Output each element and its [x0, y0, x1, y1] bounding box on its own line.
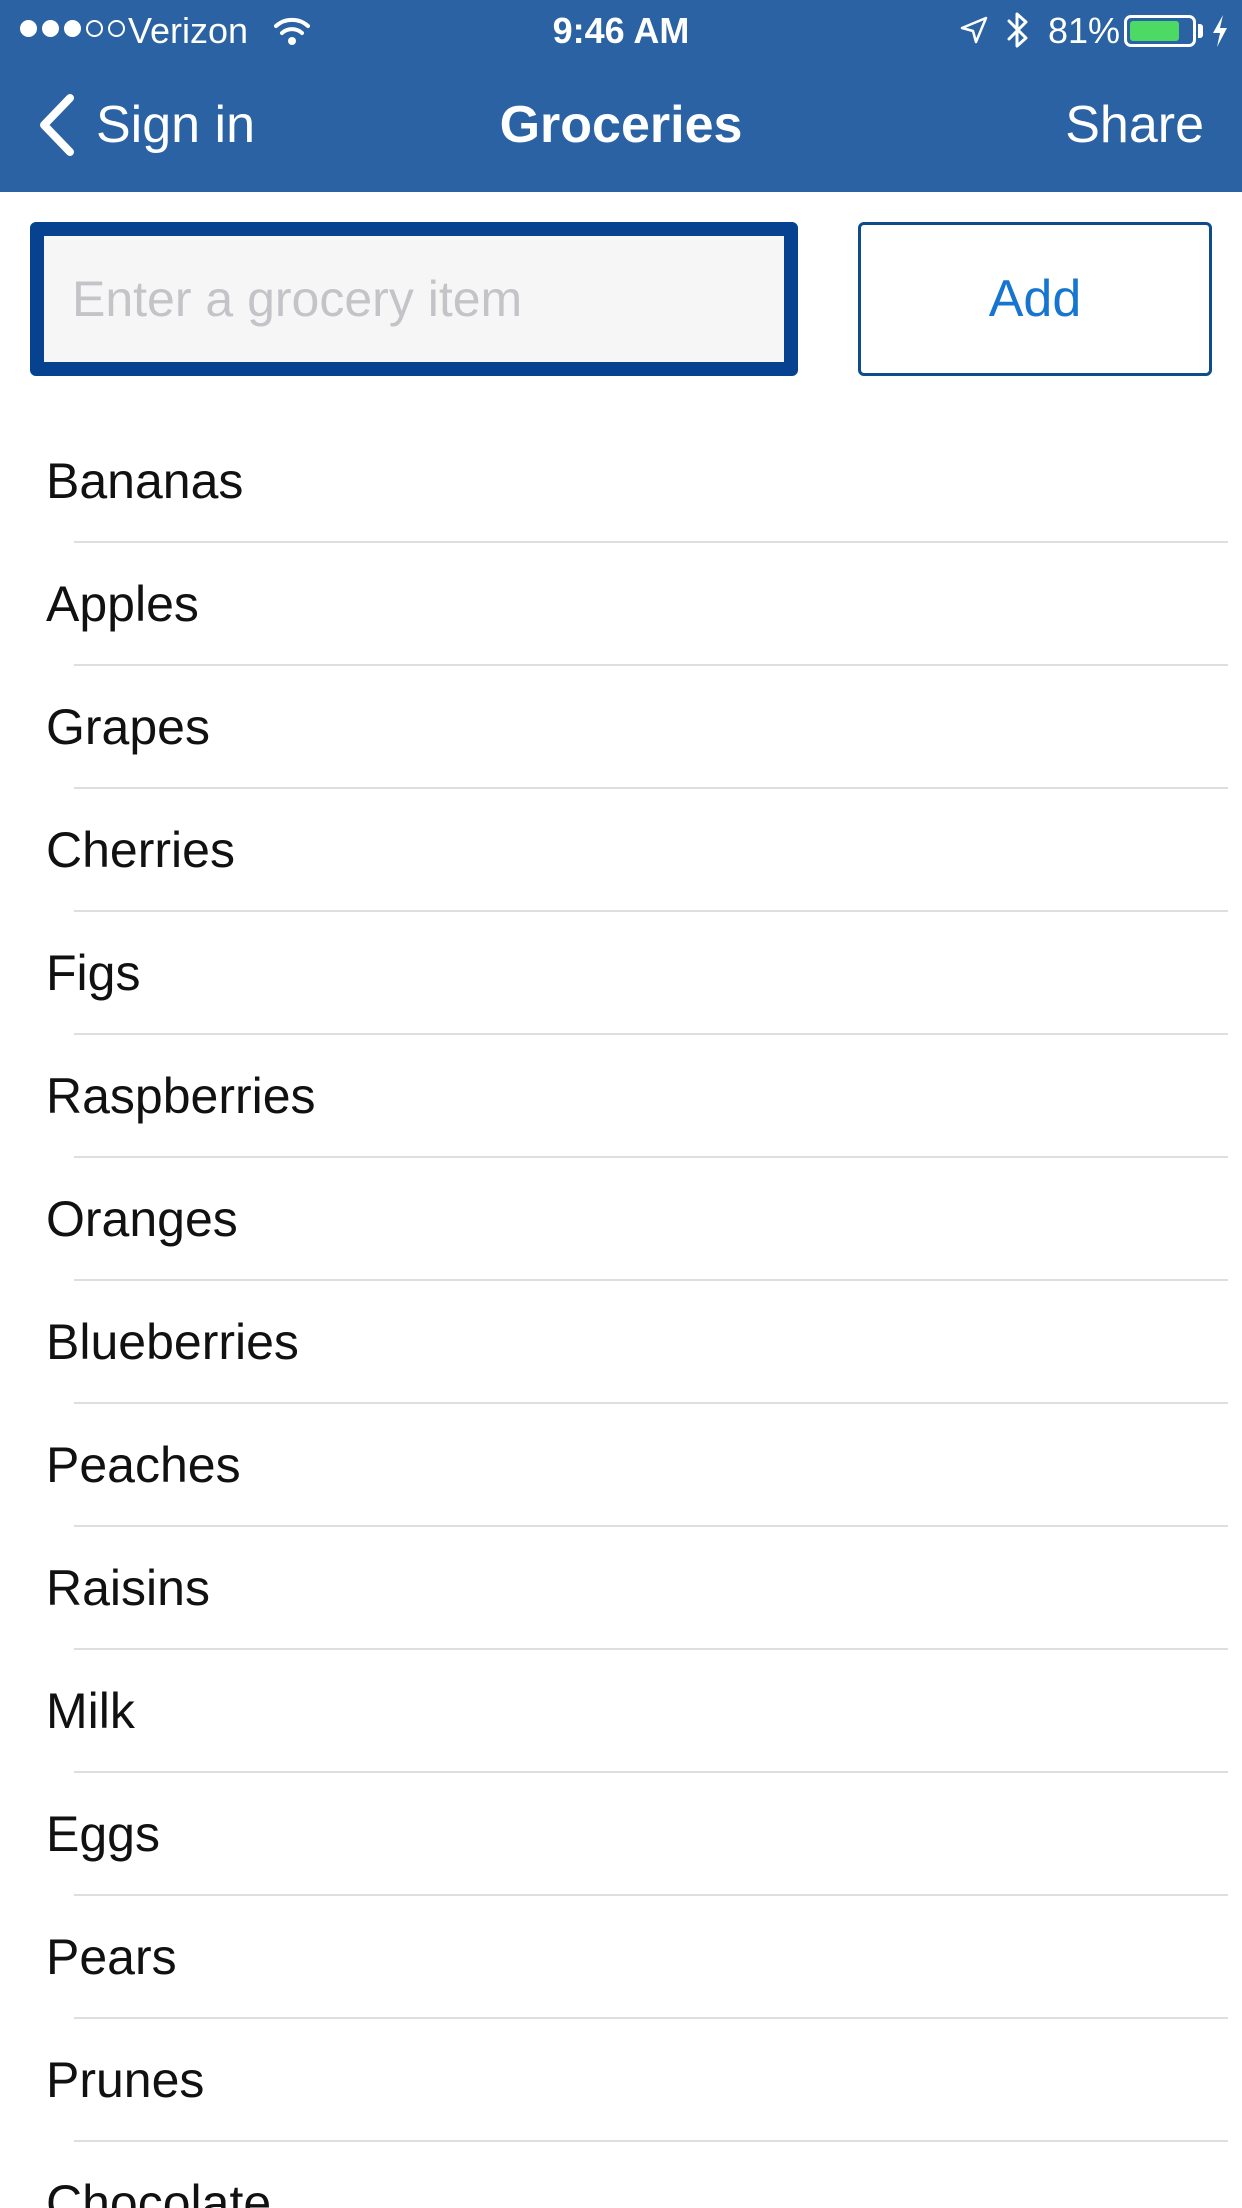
- app-header: Verizon 9:46 AM 81% Sign in Groceries Sh…: [0, 0, 1242, 192]
- battery-icon: [1124, 15, 1196, 47]
- grocery-item-label: Milk: [46, 1683, 135, 1739]
- grocery-list-item[interactable]: Blueberries: [0, 1281, 1242, 1404]
- grocery-item-label: Cherries: [46, 822, 235, 878]
- grocery-list-item[interactable]: Apples: [0, 543, 1242, 666]
- grocery-input-container: [30, 222, 798, 376]
- add-button[interactable]: Add: [858, 222, 1212, 376]
- grocery-item-label: Chocolate: [46, 2175, 272, 2208]
- grocery-item-label: Raspberries: [46, 1068, 316, 1124]
- grocery-list: Bananas Apples Grapes Cherries Figs Raspberri…: [0, 420, 1242, 2208]
- grocery-item-label: Blueberries: [46, 1314, 299, 1370]
- grocery-item-label: Apples: [46, 576, 199, 632]
- grocery-item-label: Figs: [46, 945, 141, 1001]
- battery-tip: [1198, 24, 1203, 38]
- grocery-item-label: Eggs: [46, 1806, 160, 1862]
- grocery-item-label: Raisins: [46, 1560, 210, 1616]
- back-button[interactable]: Sign in: [34, 92, 255, 158]
- grocery-list-item[interactable]: Milk: [0, 1650, 1242, 1773]
- grocery-item-label: Oranges: [46, 1191, 238, 1247]
- battery-percent: 81%: [1048, 10, 1121, 51]
- grocery-list-item[interactable]: Chocolate: [0, 2142, 1242, 2208]
- grocery-list-item[interactable]: Oranges: [0, 1158, 1242, 1281]
- grocery-list-item[interactable]: Figs: [0, 912, 1242, 1035]
- chevron-left-icon: [40, 94, 74, 156]
- grocery-item-label: Pears: [46, 1929, 177, 1985]
- grocery-list-item[interactable]: Grapes: [0, 666, 1242, 789]
- status-bar: Verizon 9:46 AM 81%: [0, 0, 1242, 62]
- grocery-item-label: Bananas: [46, 453, 244, 509]
- share-button[interactable]: Share: [1065, 92, 1204, 158]
- grocery-item-label: Peaches: [46, 1437, 241, 1493]
- bluetooth-icon: [1007, 12, 1028, 48]
- battery-level: [1130, 21, 1179, 41]
- location-arrow-icon: [960, 16, 988, 44]
- grocery-list-item[interactable]: Raspberries: [0, 1035, 1242, 1158]
- back-button-label: Sign in: [96, 96, 255, 154]
- grocery-list-item[interactable]: Cherries: [0, 789, 1242, 912]
- grocery-item-input[interactable]: [44, 236, 784, 362]
- grocery-list-item[interactable]: Prunes: [0, 2019, 1242, 2142]
- grocery-item-label: Grapes: [46, 699, 210, 755]
- grocery-list-item[interactable]: Peaches: [0, 1404, 1242, 1527]
- charging-bolt-icon: [1213, 15, 1227, 47]
- grocery-list-item[interactable]: Raisins: [0, 1527, 1242, 1650]
- grocery-list-item[interactable]: Eggs: [0, 1773, 1242, 1896]
- grocery-item-label: Prunes: [46, 2052, 205, 2108]
- navigation-bar: Sign in Groceries Share: [0, 62, 1242, 192]
- grocery-list-item[interactable]: Bananas: [0, 420, 1242, 543]
- grocery-list-item[interactable]: Pears: [0, 1896, 1242, 2019]
